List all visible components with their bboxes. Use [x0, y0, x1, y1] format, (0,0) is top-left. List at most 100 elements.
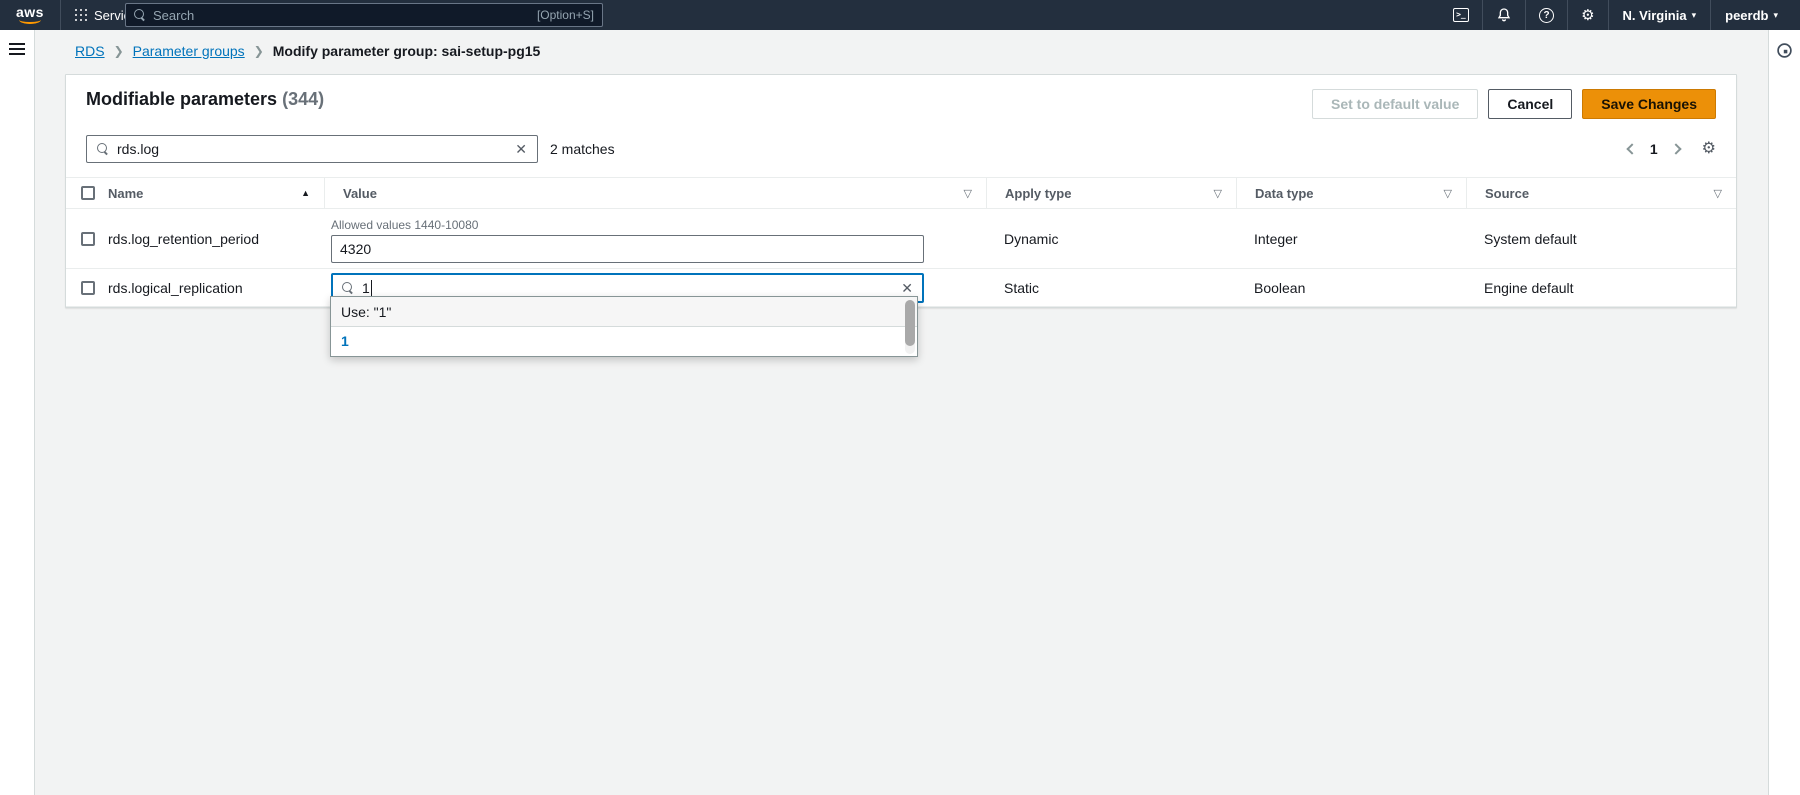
services-grid-icon — [75, 9, 87, 21]
source-value: Engine default — [1466, 280, 1736, 296]
chevron-down-icon: ▾ — [1692, 10, 1697, 21]
help-button[interactable]: ? — [1526, 0, 1567, 30]
chevron-down-icon: ▾ — [1773, 10, 1778, 21]
cloudshell-icon: >_ — [1453, 8, 1469, 22]
pagination: 1 ⚙ — [1628, 141, 1716, 157]
table-header-row: Name ▲ Value ▽ Apply type ▽ Data type ▽ … — [66, 177, 1736, 209]
clock-panel-icon — [1776, 42, 1793, 59]
bell-icon — [1496, 7, 1512, 23]
breadcrumb: RDS ❯ Parameter groups ❯ Modify paramete… — [75, 43, 540, 59]
allowed-values-hint: Allowed values 1440-10080 — [331, 218, 924, 232]
column-header-name[interactable]: Name ▲ — [106, 178, 324, 208]
breadcrumb-rds-link[interactable]: RDS — [75, 43, 105, 59]
column-label: Source — [1485, 186, 1529, 201]
parameter-value-cell: Allowed values 1440-10080 — [324, 214, 986, 263]
search-icon — [342, 282, 354, 294]
dropdown-scrollbar — [905, 300, 915, 354]
select-all-checkbox[interactable] — [81, 186, 95, 200]
filter-icon[interactable]: ▽ — [1214, 187, 1222, 200]
scrollbar-thumb[interactable] — [905, 300, 915, 346]
retention-period-value-input[interactable] — [331, 235, 924, 263]
row-checkbox[interactable] — [81, 281, 95, 295]
apply-type-value: Dynamic — [986, 231, 1236, 247]
apply-type-value: Static — [986, 280, 1236, 296]
value-suggestions-dropdown: Use: "1" 1 — [330, 296, 918, 357]
region-selector[interactable]: N. Virginia ▾ — [1609, 8, 1711, 23]
parameters-table: Name ▲ Value ▽ Apply type ▽ Data type ▽ … — [66, 177, 1736, 307]
global-search-input[interactable] — [153, 8, 537, 23]
card-header: Modifiable parameters (344) Set to defau… — [66, 75, 1736, 125]
settings-button[interactable]: ⚙ — [1568, 0, 1607, 30]
preferences-gear-icon[interactable]: ⚙ — [1702, 141, 1716, 157]
text-cursor — [371, 280, 372, 296]
next-page-button[interactable] — [1670, 143, 1681, 154]
search-icon — [97, 143, 109, 155]
data-type-value: Boolean — [1236, 280, 1466, 296]
breadcrumb-current-page: Modify parameter group: sai-setup-pg15 — [273, 43, 541, 59]
combobox-typed-value: 1 — [362, 280, 370, 296]
top-nav-bar: aws Services [Option+S] >_ ? ⚙ — [0, 0, 1800, 30]
breadcrumb-parameter-groups-link[interactable]: Parameter groups — [133, 43, 245, 59]
column-header-apply-type[interactable]: Apply type ▽ — [986, 178, 1236, 208]
column-header-value[interactable]: Value ▽ — [324, 178, 986, 208]
set-to-default-button[interactable]: Set to default value — [1312, 89, 1478, 119]
source-value: System default — [1466, 231, 1736, 247]
current-page-number[interactable]: 1 — [1650, 141, 1658, 157]
help-icon: ? — [1539, 8, 1554, 23]
previous-page-button[interactable] — [1626, 143, 1637, 154]
save-changes-button[interactable]: Save Changes — [1582, 89, 1716, 119]
notifications-panel-button[interactable] — [1776, 42, 1793, 59]
account-menu[interactable]: peerdb ▾ — [1711, 8, 1792, 23]
parameter-filter-input[interactable] — [117, 141, 515, 157]
filter-icon[interactable]: ▽ — [1714, 187, 1722, 200]
aws-console-page: aws Services [Option+S] >_ ? ⚙ — [0, 0, 1800, 795]
aws-logo-smile-icon — [19, 18, 41, 24]
page-title-text: Modifiable parameters — [86, 89, 277, 109]
right-panel-rail — [1768, 30, 1800, 795]
left-sidebar-rail — [0, 30, 35, 795]
dropdown-option-1[interactable]: 1 — [331, 327, 917, 356]
parameter-count: (344) — [282, 89, 324, 109]
filter-icon[interactable]: ▽ — [1444, 187, 1452, 200]
parameter-filter-box: ✕ — [86, 135, 538, 163]
aws-logo-text: aws — [16, 6, 44, 18]
cloudshell-button[interactable]: >_ — [1440, 0, 1482, 30]
region-label: N. Virginia — [1623, 8, 1687, 23]
row-select-cell — [66, 281, 106, 295]
row-checkbox[interactable] — [81, 232, 95, 246]
sort-ascending-icon: ▲ — [301, 188, 310, 198]
filter-row: ✕ 2 matches 1 ⚙ — [66, 125, 1736, 165]
table-row-log-retention-period: rds.log_retention_period Allowed values … — [66, 209, 1736, 269]
aws-logo[interactable]: aws — [16, 6, 44, 24]
notifications-button[interactable] — [1483, 0, 1525, 30]
gear-icon: ⚙ — [1581, 8, 1594, 23]
parameter-name: rds.log_retention_period — [106, 231, 324, 247]
modifiable-parameters-card: Modifiable parameters (344) Set to defau… — [65, 74, 1737, 308]
nav-right-cluster: >_ ? ⚙ N. Virginia ▾ peerdb ▾ — [1440, 0, 1792, 30]
header-actions: Set to default value Cancel Save Changes — [1312, 89, 1716, 119]
clear-combobox-icon[interactable]: ✕ — [901, 281, 913, 295]
breadcrumb-separator: ❯ — [254, 44, 264, 58]
column-header-data-type[interactable]: Data type ▽ — [1236, 178, 1466, 208]
sidebar-toggle-button[interactable] — [9, 43, 25, 55]
column-label: Apply type — [1005, 186, 1071, 201]
column-label: Value — [343, 186, 377, 201]
search-shortcut-hint: [Option+S] — [537, 8, 594, 22]
select-all-cell — [66, 178, 106, 208]
column-label: Data type — [1255, 186, 1314, 201]
cancel-button[interactable]: Cancel — [1488, 89, 1572, 119]
global-search-box[interactable]: [Option+S] — [125, 3, 603, 27]
row-select-cell — [66, 232, 106, 246]
filter-icon[interactable]: ▽ — [964, 187, 972, 200]
page-title: Modifiable parameters (344) — [86, 89, 324, 110]
parameter-name: rds.logical_replication — [106, 280, 324, 296]
column-header-source[interactable]: Source ▽ — [1466, 178, 1736, 208]
match-count: 2 matches — [550, 141, 615, 157]
column-label: Name — [108, 186, 143, 201]
search-icon — [134, 9, 146, 21]
account-label: peerdb — [1725, 8, 1768, 23]
dropdown-use-entry[interactable]: Use: "1" — [331, 297, 917, 327]
breadcrumb-separator: ❯ — [114, 44, 124, 58]
clear-filter-icon[interactable]: ✕ — [515, 142, 527, 156]
data-type-value: Integer — [1236, 231, 1466, 247]
